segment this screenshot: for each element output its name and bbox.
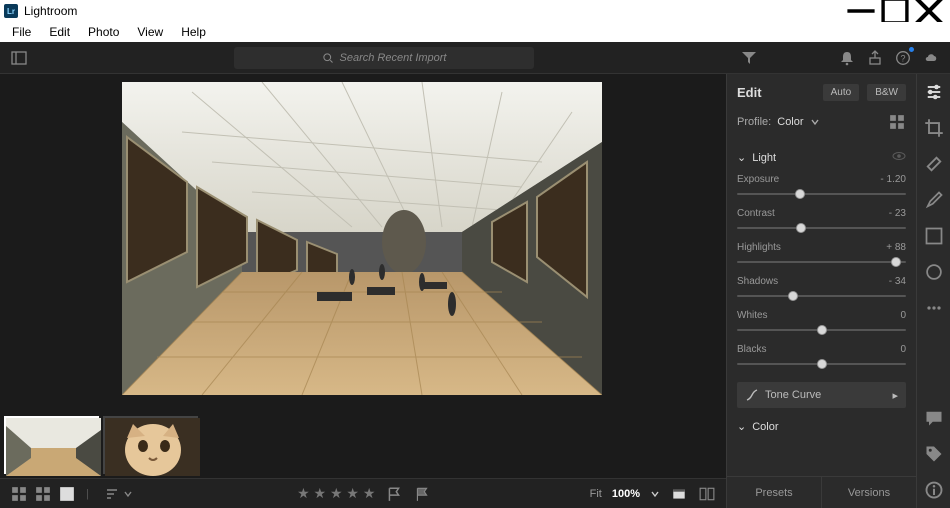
slider-label: Contrast: [737, 208, 775, 219]
edit-panel: Edit Auto B&W Profile: Color ⌄ Light Exp…: [726, 74, 916, 508]
grid-view-icon[interactable]: [10, 485, 28, 503]
sort-button[interactable]: [99, 487, 139, 501]
menu-file[interactable]: File: [4, 23, 39, 41]
search-placeholder: Search Recent Import: [340, 52, 447, 64]
crop-icon[interactable]: [924, 118, 944, 138]
menu-help[interactable]: Help: [173, 23, 214, 41]
flag-pick-icon[interactable]: [385, 485, 403, 503]
edit-title: Edit: [737, 85, 815, 100]
versions-button[interactable]: Versions: [822, 477, 916, 508]
chevron-down-icon: [123, 489, 133, 499]
slider-whites[interactable]: Whites 0: [727, 308, 916, 342]
preview-wrap: [0, 74, 726, 412]
thumbnail-2[interactable]: [103, 416, 198, 474]
info-icon[interactable]: [924, 480, 944, 500]
filter-icon[interactable]: [740, 49, 758, 67]
slider-value: 0: [900, 344, 906, 355]
single-view-icon[interactable]: [58, 485, 76, 503]
sort-icon: [105, 487, 119, 501]
tone-curve-icon: [745, 388, 759, 402]
chevron-down-icon: ⌄: [737, 420, 746, 433]
slider-value: - 23: [889, 208, 906, 219]
slider-label: Highlights: [737, 242, 781, 253]
close-button[interactable]: [912, 0, 946, 22]
color-label: Color: [752, 421, 778, 433]
slider-value: 0: [900, 310, 906, 321]
comment-icon[interactable]: [924, 408, 944, 428]
window-titlebar: Lr Lightroom: [0, 0, 950, 22]
slider-value: - 34: [889, 276, 906, 287]
slider-value: + 88: [886, 242, 906, 253]
status-bar: | ★ ★ ★ ★ ★ Fit 100%: [0, 478, 726, 508]
eye-icon[interactable]: [892, 149, 906, 166]
zoom-value[interactable]: 100%: [612, 488, 640, 500]
tool-strip: [916, 74, 950, 508]
presets-button[interactable]: Presets: [727, 477, 822, 508]
slider-value: - 1.20: [880, 174, 906, 185]
slider-exposure[interactable]: Exposure - 1.20: [727, 172, 916, 206]
panel-footer: Presets Versions: [727, 476, 916, 508]
tone-curve-label: Tone Curve: [765, 389, 821, 401]
image-preview[interactable]: [122, 82, 602, 395]
color-section-header[interactable]: ⌄ Color: [727, 414, 916, 439]
menu-edit[interactable]: Edit: [41, 23, 78, 41]
maximize-button[interactable]: [878, 0, 912, 22]
chevron-right-icon: ▸: [892, 389, 898, 402]
fit-label: Fit: [590, 488, 602, 500]
info-overlay-icon[interactable]: [670, 485, 688, 503]
panels-toggle-icon[interactable]: [10, 49, 28, 67]
filmstrip: [0, 412, 726, 478]
main-area: | ★ ★ ★ ★ ★ Fit 100% Edit Auto B&W Profi…: [0, 74, 950, 508]
auto-button[interactable]: Auto: [823, 84, 860, 101]
slider-blacks[interactable]: Blacks 0: [727, 342, 916, 376]
top-toolbar: Search Recent Import ?: [0, 42, 950, 74]
cloud-sync-icon[interactable]: [922, 49, 940, 67]
app-logo-icon: Lr: [4, 4, 18, 18]
light-section-header[interactable]: ⌄ Light: [727, 143, 916, 172]
more-icon[interactable]: [924, 298, 944, 318]
chevron-down-icon: ⌄: [737, 151, 746, 164]
help-icon[interactable]: ?: [894, 49, 912, 67]
menu-bar: File Edit Photo View Help: [0, 22, 950, 42]
chevron-down-icon[interactable]: [650, 489, 660, 499]
svg-text:?: ?: [900, 53, 905, 63]
compare-icon[interactable]: [698, 485, 716, 503]
share-icon[interactable]: [866, 49, 884, 67]
bw-button[interactable]: B&W: [867, 84, 906, 101]
tag-icon[interactable]: [924, 444, 944, 464]
chevron-down-icon[interactable]: [810, 117, 820, 127]
slider-label: Whites: [737, 310, 768, 321]
profile-label: Profile:: [737, 116, 771, 128]
slider-label: Exposure: [737, 174, 779, 185]
notification-dot-icon: [909, 47, 914, 52]
profile-browser-icon[interactable]: [888, 113, 906, 131]
light-label: Light: [752, 152, 776, 164]
rating-stars[interactable]: ★ ★ ★ ★ ★: [297, 485, 375, 502]
healing-icon[interactable]: [924, 154, 944, 174]
search-icon: [322, 52, 334, 64]
slider-label: Shadows: [737, 276, 778, 287]
profile-value[interactable]: Color: [777, 116, 803, 128]
menu-photo[interactable]: Photo: [80, 23, 127, 41]
window-title: Lightroom: [24, 4, 844, 18]
slider-label: Blacks: [737, 344, 766, 355]
menu-view[interactable]: View: [129, 23, 171, 41]
slider-highlights[interactable]: Highlights + 88: [727, 240, 916, 274]
edit-sliders-icon[interactable]: [924, 82, 944, 102]
minimize-button[interactable]: [844, 0, 878, 22]
linear-gradient-icon[interactable]: [924, 226, 944, 246]
radial-gradient-icon[interactable]: [924, 262, 944, 282]
flag-reject-icon[interactable]: [413, 485, 431, 503]
canvas-area: | ★ ★ ★ ★ ★ Fit 100%: [0, 74, 726, 508]
bell-icon[interactable]: [838, 49, 856, 67]
slider-shadows[interactable]: Shadows - 34: [727, 274, 916, 308]
square-grid-icon[interactable]: [34, 485, 52, 503]
brush-icon[interactable]: [924, 190, 944, 210]
search-input[interactable]: Search Recent Import: [234, 47, 534, 69]
tone-curve-button[interactable]: Tone Curve ▸: [737, 382, 906, 408]
slider-contrast[interactable]: Contrast - 23: [727, 206, 916, 240]
thumbnail-1[interactable]: [4, 416, 99, 474]
